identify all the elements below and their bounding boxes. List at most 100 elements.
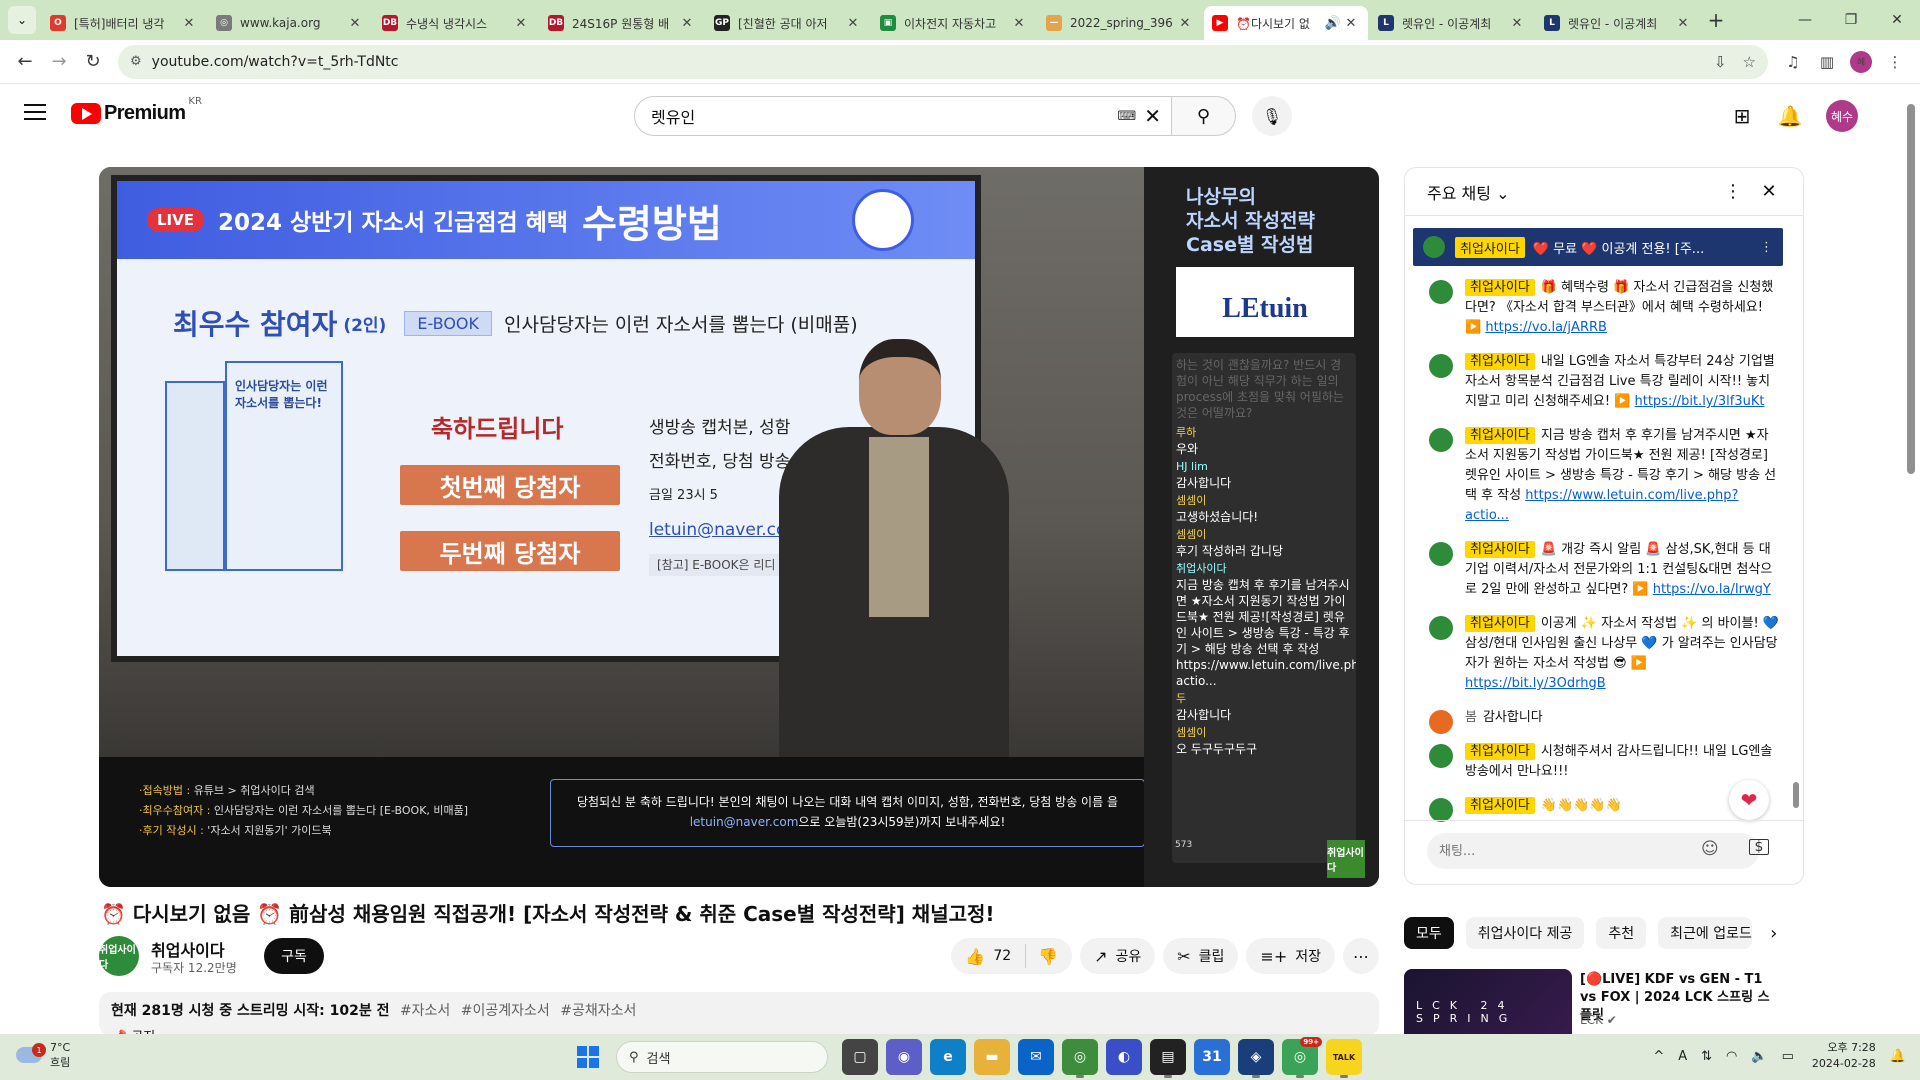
browser-tab[interactable]: L 렛유인 - 이공계최 ✕ bbox=[1370, 6, 1534, 40]
share-button[interactable]: ↗ 공유 bbox=[1080, 938, 1156, 974]
wifi-icon[interactable]: ◠ bbox=[1726, 1049, 1737, 1064]
create-video-icon[interactable]: ⊞ bbox=[1722, 96, 1762, 136]
close-tab-icon[interactable]: ✕ bbox=[844, 16, 862, 31]
chrome-profile-app-icon[interactable]: ◎ 99+ bbox=[1282, 1037, 1322, 1078]
volume-icon[interactable]: 🔈 bbox=[1751, 1049, 1767, 1064]
more-actions-icon[interactable]: ⋯ bbox=[1343, 938, 1379, 974]
forward-button[interactable]: → bbox=[42, 45, 76, 79]
chat-message-link[interactable]: https://bit.ly/3OdrhgB bbox=[1465, 676, 1606, 691]
task-view-app-icon[interactable]: ▢ bbox=[842, 1039, 878, 1075]
kakaotalk-app-icon[interactable]: TALK bbox=[1326, 1039, 1362, 1078]
teams-chat-app-icon[interactable]: ◉ bbox=[886, 1039, 922, 1075]
close-tab-icon[interactable]: ✕ bbox=[1508, 16, 1526, 31]
chat-message-link[interactable]: https://vo.la/jARRB bbox=[1485, 320, 1607, 335]
chip-all[interactable]: 모두 bbox=[1404, 917, 1454, 949]
reload-button[interactable]: ↻ bbox=[76, 45, 110, 79]
close-window-button[interactable]: ✕ bbox=[1874, 0, 1920, 40]
new-tab-button[interactable]: + bbox=[1702, 6, 1730, 34]
page-scrollbar-thumb[interactable] bbox=[1907, 104, 1915, 474]
notification-bell-icon[interactable]: 🔔 bbox=[1890, 1049, 1906, 1064]
search-value[interactable]: 렛유인 bbox=[651, 104, 1117, 128]
tab-search-menu-button[interactable]: ⌄ bbox=[8, 6, 36, 34]
like-icon[interactable]: 👍 bbox=[965, 947, 985, 966]
chip-from-channel[interactable]: 취업사이다 제공 bbox=[1465, 917, 1585, 949]
chat-author-avatar[interactable] bbox=[1429, 542, 1453, 566]
calendar-app-icon[interactable]: 31 bbox=[1194, 1039, 1230, 1075]
chat-message[interactable]: 취업사이다 🎁 혜택수령 🎁 자소서 긴급점검을 신청했다면? 《자소서 합격 부… bbox=[1405, 274, 1795, 342]
profile-avatar[interactable]: 혜 bbox=[1850, 50, 1872, 73]
usb-icon[interactable]: ⇅ bbox=[1701, 1049, 1712, 1064]
recommended-channel[interactable]: LCK ✔ bbox=[1580, 1013, 1617, 1027]
install-app-icon[interactable]: ⇩ bbox=[1714, 53, 1727, 71]
back-button[interactable]: ← bbox=[8, 45, 42, 79]
chevron-right-icon[interactable]: › bbox=[1770, 923, 1777, 944]
browser-tab[interactable]: — 2022_spring_396 ✕ bbox=[1038, 6, 1202, 40]
hashtag-3[interactable]: #공채자소서 bbox=[560, 1003, 636, 1019]
start-button[interactable] bbox=[570, 1039, 606, 1075]
pinned-more-icon[interactable]: ⋮ bbox=[1760, 240, 1773, 255]
like-count[interactable]: 72 bbox=[993, 948, 1011, 964]
browser-tab[interactable]: ◎ www.kaja.org ✕ bbox=[208, 6, 372, 40]
teams-app-icon[interactable]: ◈ bbox=[1238, 1039, 1274, 1078]
hashtag-1[interactable]: #자소서 bbox=[400, 1003, 450, 1019]
edge-app-icon[interactable]: e bbox=[930, 1039, 966, 1075]
file-explorer-app-icon[interactable]: ▬ bbox=[974, 1039, 1010, 1075]
chat-author-name[interactable]: 취업사이다 bbox=[1465, 797, 1535, 814]
sticky-notes-app-icon[interactable]: ▤ bbox=[1150, 1039, 1186, 1078]
youtube-logo[interactable]: Premium KR bbox=[71, 96, 202, 125]
tray-overflow-icon[interactable]: ^ bbox=[1653, 1049, 1664, 1064]
description-box[interactable]: 현재 281명 시청 중 스트리밍 시작: 102분 전 #자소서 #이공계자소… bbox=[99, 992, 1379, 1036]
battery-icon[interactable]: ▭ bbox=[1782, 1049, 1794, 1064]
taskbar-clock[interactable]: 오후 7:28 2024-02-28 bbox=[1812, 1040, 1876, 1072]
chat-message[interactable]: 봄 감사합니다 bbox=[1405, 704, 1795, 734]
search-button[interactable]: ⚲ bbox=[1172, 96, 1236, 136]
address-bar[interactable]: ⚙ youtube.com/watch?v=t_5rh-TdNtc ⇩ ☆ bbox=[118, 44, 1768, 79]
dislike-icon[interactable]: 👎 bbox=[1038, 947, 1072, 966]
input-method-icon[interactable]: A bbox=[1678, 1049, 1687, 1064]
browser-tab[interactable]: DB 수냉식 냉각시스 ✕ bbox=[374, 6, 538, 40]
chat-author-avatar[interactable] bbox=[1429, 354, 1453, 378]
chat-author-avatar[interactable] bbox=[1429, 744, 1453, 768]
chat-author-avatar[interactable] bbox=[1429, 798, 1453, 822]
chat-author-avatar[interactable] bbox=[1429, 428, 1453, 452]
chat-message[interactable]: 취업사이다 🚨 개강 즉시 알림 🚨 삼성,SK,현대 등 대기업 이력서/자소서… bbox=[1405, 536, 1795, 604]
maximize-button[interactable]: ❐ bbox=[1828, 0, 1874, 40]
browser-tab[interactable]: L 렛유인 - 이공계최 ✕ bbox=[1536, 6, 1700, 40]
close-tab-icon[interactable]: ✕ bbox=[1674, 16, 1692, 31]
chat-author-name[interactable]: 봄 bbox=[1465, 710, 1477, 725]
chat-author-avatar[interactable] bbox=[1429, 710, 1453, 734]
super-chat-icon[interactable]: $ bbox=[1749, 839, 1769, 855]
guide-menu-icon[interactable] bbox=[24, 104, 46, 125]
chat-mode-dropdown[interactable]: 주요 채팅 ⌄ bbox=[1427, 180, 1715, 204]
chat-message[interactable]: 취업사이다 지금 방송 캡처 후 후기를 남겨주시면 ★자소서 지원동기 작성법 … bbox=[1405, 422, 1795, 530]
chat-author-name[interactable]: 취업사이다 bbox=[1465, 541, 1535, 558]
chat-author-name[interactable]: 취업사이다 bbox=[1465, 279, 1535, 296]
chat-author-name[interactable]: 취업사이다 bbox=[1465, 353, 1535, 370]
chat-author-name[interactable]: 취업사이다 bbox=[1465, 427, 1535, 444]
account-avatar[interactable]: 혜수 bbox=[1826, 100, 1858, 132]
close-chat-icon[interactable]: ✕ bbox=[1751, 181, 1787, 202]
chat-message-link[interactable]: https://vo.la/IrwgY bbox=[1653, 582, 1771, 597]
chat-author-name[interactable]: 취업사이다 bbox=[1465, 615, 1535, 632]
taskbar-search[interactable]: ⚲ 검색 bbox=[616, 1041, 828, 1073]
close-tab-icon[interactable]: ✕ bbox=[512, 16, 530, 31]
clear-search-icon[interactable]: ✕ bbox=[1144, 104, 1161, 128]
tab-audio-icon[interactable]: 🔊 bbox=[1324, 16, 1342, 31]
browser-tab[interactable]: ▶ ⏰다시보기 없 🔊 ✕ bbox=[1204, 6, 1368, 40]
channel-name[interactable]: 취업사이다 bbox=[151, 937, 225, 961]
browser-tab[interactable]: GP [친혈한 공대 아저 ✕ bbox=[706, 6, 870, 40]
chip-recently-uploaded[interactable]: 최근에 업로드 bbox=[1658, 917, 1753, 949]
close-tab-icon[interactable]: ✕ bbox=[1176, 16, 1194, 31]
page-scrollbar[interactable] bbox=[1900, 84, 1920, 1034]
media-control-icon[interactable]: ♫ bbox=[1776, 53, 1810, 71]
hashtag-2[interactable]: #이공계자소서 bbox=[461, 1003, 550, 1019]
browser-tab[interactable]: O [특허]배터리 냉각 ✕ bbox=[42, 6, 206, 40]
browser-tab[interactable]: ▣ 이차전지 자동차고 ✕ bbox=[872, 6, 1036, 40]
channel-avatar[interactable]: 취업사이다 bbox=[99, 936, 139, 976]
subscribe-button[interactable]: 구독 bbox=[264, 938, 324, 974]
chrome-app-icon[interactable]: ◎ bbox=[1062, 1039, 1098, 1078]
mail-app-icon[interactable]: ✉ bbox=[1018, 1039, 1054, 1075]
bookmark-star-icon[interactable]: ☆ bbox=[1743, 53, 1756, 71]
side-panel-icon[interactable]: ▥ bbox=[1810, 53, 1844, 71]
save-button[interactable]: ≡+ 저장 bbox=[1246, 938, 1335, 974]
